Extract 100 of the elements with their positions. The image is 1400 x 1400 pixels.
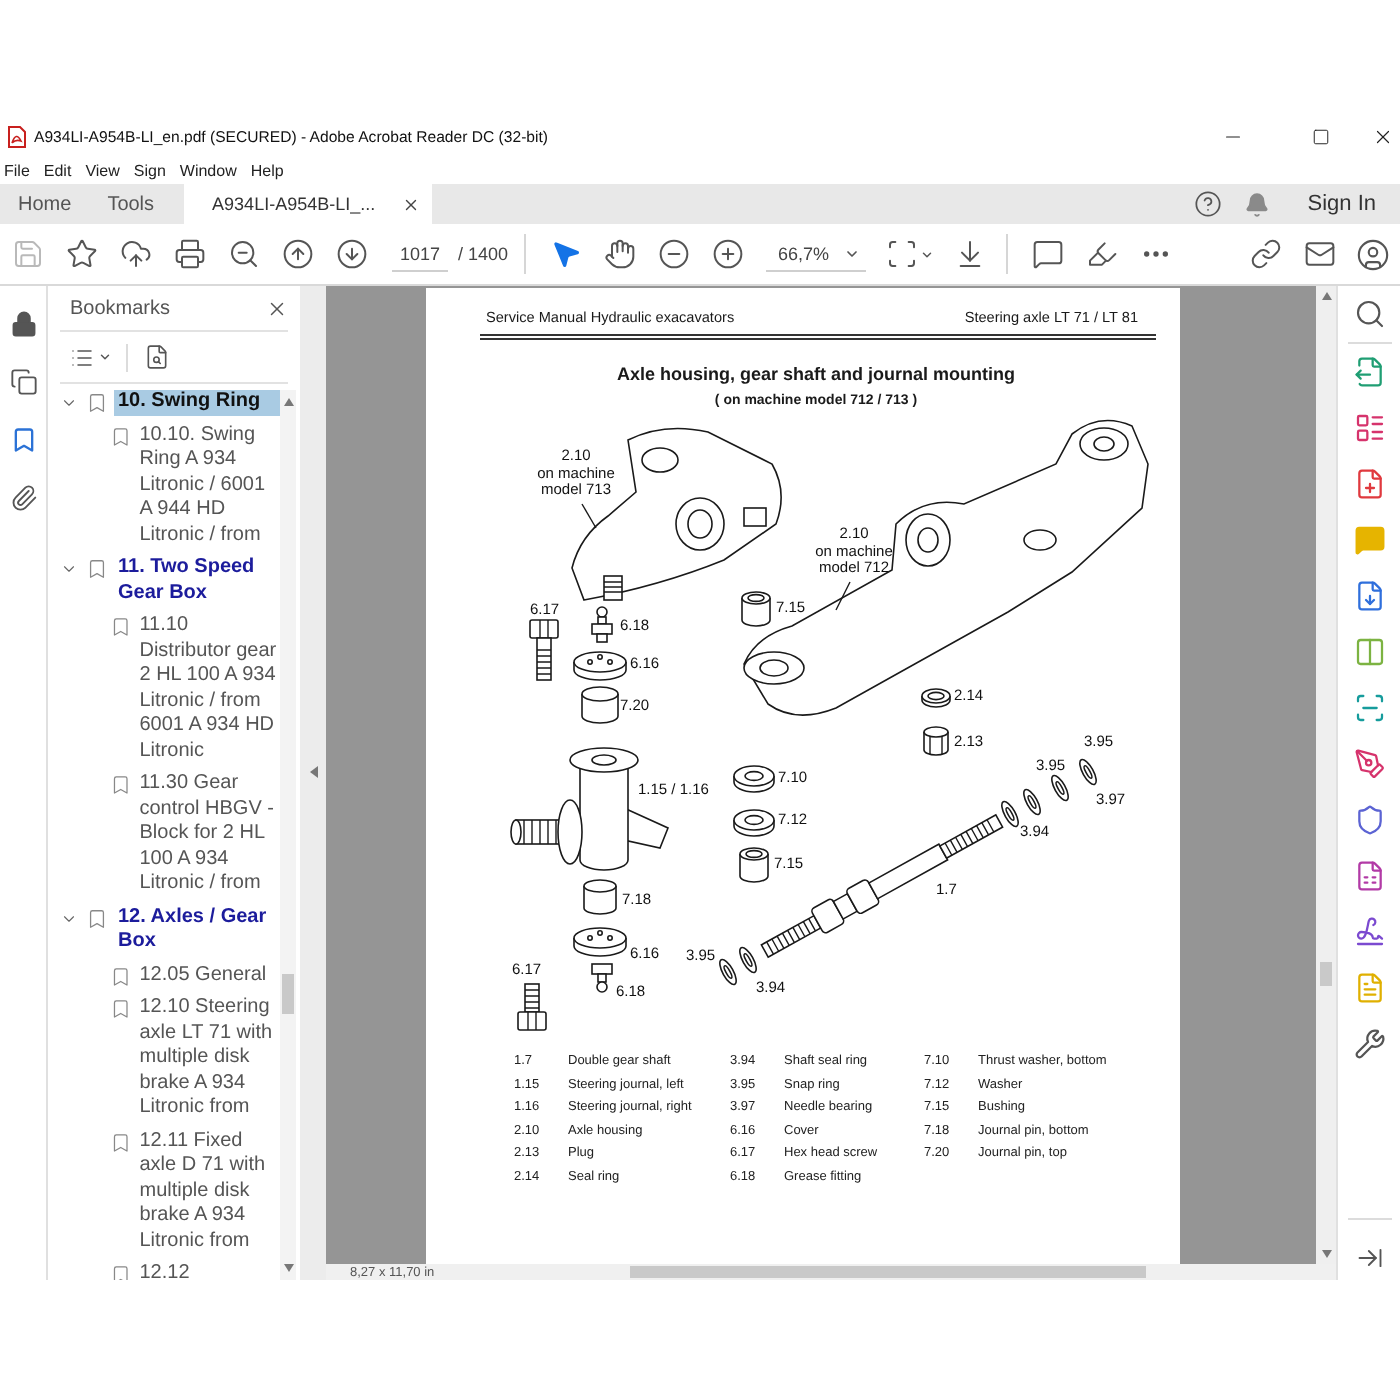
tab[interactable]: Home [0,184,90,224]
bookmark-item[interactable]: 12.12 [139,1262,280,1280]
paperclip-icon[interactable] [9,484,37,512]
caret-icon[interactable] [920,247,935,261]
shaft-seal-ring [739,946,757,974]
bookmark-item[interactable]: 10. Swing Ring [114,390,280,415]
help-icon[interactable] [1193,190,1222,218]
scroll-up-icon[interactable] [283,398,293,406]
link-icon[interactable] [1249,238,1281,270]
bushing [741,591,771,627]
collapse-icon[interactable] [309,765,317,777]
chevron-icon[interactable] [60,394,78,412]
bookmark-search-icon[interactable] [144,344,170,370]
minus-circle-icon[interactable] [657,238,690,270]
bookmark-item[interactable]: 10.10. Swing Ring A 934 Litronic / 6001 A 944 HD Litronic / from [139,423,280,548]
file-down-icon[interactable] [1353,580,1385,612]
thrust-washer [733,765,775,793]
bookmark-item[interactable]: 12.05 General [139,963,280,988]
snap-ring [719,958,737,986]
panel-title: Bookmarks [70,297,171,319]
page-number-field[interactable]: 1017 [392,236,448,272]
bookmark-icon [110,998,132,1020]
needle-bearing [1051,774,1069,802]
mail-icon[interactable] [1303,238,1335,270]
scrollbar-thumb[interactable] [1320,961,1332,986]
tab[interactable]: Tools [89,184,173,224]
menu-item[interactable]: View [85,161,120,179]
arrow-to-line-icon[interactable] [1355,1244,1383,1272]
print-icon[interactable] [173,238,205,270]
leader-line [835,581,851,611]
menu-item[interactable]: File [4,161,30,179]
bookmark-item[interactable]: 11.10 Distributor gear 2 HL 100 A 934 Litronic / from 6001 A 934 HD Litronic [139,614,280,764]
close-icon [1371,125,1393,147]
plus-circle-icon[interactable] [711,238,744,270]
bookmark-icon [86,392,108,414]
comment-icon[interactable] [1031,238,1064,270]
star-icon[interactable] [65,238,97,270]
close-icon[interactable] [402,195,421,213]
bookmark-icon [110,1264,132,1280]
snap-ring [1079,758,1097,786]
drawing-title: Axle housing, gear shaft and journal mounting [614,364,1017,386]
file-plus-icon[interactable] [1353,468,1385,500]
pen-icon[interactable] [1353,748,1385,780]
bookmark-item[interactable]: 11.30 Gear control HBGV - Block for 2 HL 100 A 934 Litronic / from [139,772,280,897]
cover-disc [573,651,627,681]
cloud-upload-icon[interactable] [119,238,151,270]
zoom-field[interactable]: 66,7% [766,236,867,272]
journal-pin [581,686,619,724]
wrench-icon[interactable] [1353,1028,1385,1060]
tab-label: Home [18,193,72,215]
layout-list-icon[interactable] [1353,412,1385,444]
page-count: / 1400 [458,244,509,264]
zoom-out-icon[interactable] [227,238,259,270]
journal-pin [583,879,617,915]
scroll-up-icon[interactable] [1321,292,1331,300]
scroll-down-icon[interactable] [1321,1250,1331,1258]
menu-item[interactable]: Edit [43,161,72,179]
bookmark-item[interactable]: 12.11 Fixed axle D 71 with multiple disk brake A 934 Litronic from [139,1129,280,1254]
lock-icon[interactable] [9,310,37,338]
hex-bolt [529,619,559,681]
bookmark-item[interactable]: 12.10 Steering axle LT 71 with multiple disk brake A 934 Litronic from [139,996,280,1121]
close-icon[interactable] [266,297,288,319]
cover-disc [573,927,627,957]
bookmark-icon [110,616,132,638]
snap-ring [1023,788,1041,816]
seal-ring [921,688,951,708]
menu-item[interactable]: Sign [133,161,166,179]
sign-in-link[interactable]: Sign In [1307,192,1376,216]
bell-icon[interactable] [1243,191,1270,217]
scrollbar-thumb[interactable] [282,973,294,1014]
menu-item[interactable]: Window [179,161,237,179]
chevron-icon[interactable] [60,560,78,578]
bookmark-item[interactable]: 11. Two Speed Gear Box [114,556,280,606]
tab-label: Tools [107,193,155,215]
file-arrow-icon[interactable] [1353,356,1385,388]
pdf-file-icon [8,125,26,147]
bookmark-icon[interactable] [9,426,37,454]
grease-fitting [591,963,613,993]
page-frame-icon[interactable] [886,238,919,270]
pointer-icon[interactable] [549,238,582,270]
menu-item[interactable]: Help [250,161,284,179]
signature-icon[interactable] [1353,916,1385,948]
caret-icon[interactable] [98,350,112,364]
pages-icon[interactable] [9,368,37,396]
user-circle-icon[interactable] [1356,237,1390,271]
hand-icon[interactable] [603,238,636,270]
scrollbar-thumb[interactable] [630,1266,1146,1278]
tab[interactable]: A934LI-A954B-LI_... [184,184,433,224]
bookmark-item[interactable]: 12. Axles / Gear Box [114,905,280,955]
arrow-down-circle-icon[interactable] [335,238,367,270]
bookmark-icon [110,1131,132,1153]
shield-icon[interactable] [1353,804,1385,836]
arrow-up-circle-icon[interactable] [281,238,313,270]
bookmark-icon [110,774,132,796]
scan-icon[interactable] [1353,692,1385,724]
search-icon[interactable] [1353,298,1385,330]
plug [923,726,949,756]
pen-icon[interactable] [1085,238,1118,270]
scroll-down-icon[interactable] [283,1264,293,1272]
spreadsheet-file-icon[interactable] [1353,860,1385,892]
